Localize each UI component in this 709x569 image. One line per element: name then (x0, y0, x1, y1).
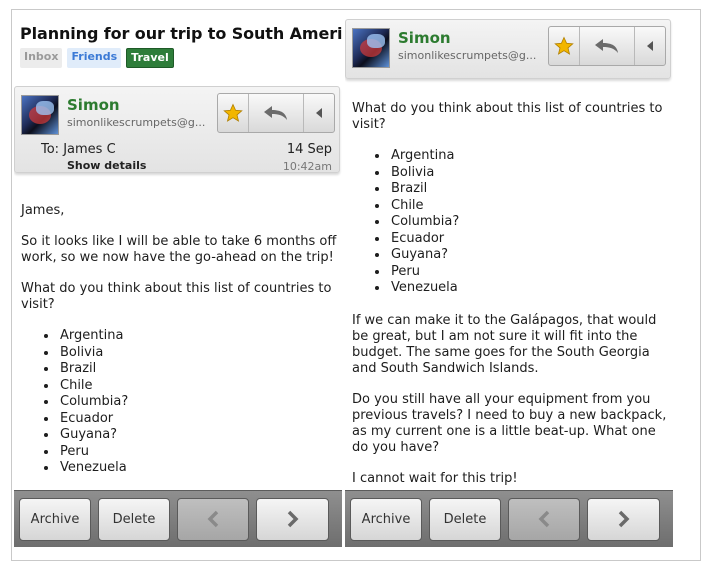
email-subject: Planning for our trip to South America (20, 24, 342, 43)
bottom-action-bar: Archive Delete (14, 490, 342, 547)
more-actions-button[interactable] (304, 94, 334, 132)
body-paragraph: Do you still have all your equipment fro… (352, 391, 667, 455)
next-message-button[interactable] (587, 497, 660, 541)
label-travel[interactable]: Travel (126, 48, 174, 68)
list-item: Peru (58, 444, 337, 461)
sender-email: simonlikescrumpets@g... (398, 49, 537, 62)
avatar[interactable] (352, 28, 390, 68)
list-item: Peru (389, 264, 668, 281)
message-actions (217, 93, 335, 133)
list-item: Ecuador (58, 411, 337, 428)
message-header: Simon simonlikescrumpets@g... (345, 19, 671, 79)
caret-left-icon (316, 108, 322, 118)
chevron-left-icon (207, 510, 219, 528)
list-item: Guyana? (389, 247, 668, 264)
archive-button[interactable]: Archive (350, 497, 422, 541)
previous-message-button[interactable] (177, 497, 249, 541)
avatar[interactable] (21, 95, 59, 135)
message-time: 10:42am (282, 160, 332, 173)
message-actions (548, 26, 666, 66)
greeting: James, (21, 203, 65, 218)
archive-button[interactable]: Archive (19, 497, 91, 541)
next-message-button[interactable] (256, 497, 329, 541)
label-list: Inbox Friends Travel (20, 48, 174, 68)
reply-button[interactable] (580, 27, 635, 65)
list-item: Chile (58, 378, 337, 395)
list-item: Argentina (58, 328, 337, 345)
reply-arrow-icon (264, 106, 287, 120)
list-item: Columbia? (58, 394, 337, 411)
body-paragraph: What do you think about this list of cou… (21, 281, 332, 312)
message-body: What do you think about this list of cou… (352, 101, 668, 502)
chevron-left-icon (538, 510, 550, 528)
closing-line: I cannot wait for this trip! (352, 470, 518, 486)
country-list: Argentina Bolivia Brazil Chile Columbia?… (58, 328, 337, 477)
bottom-action-bar: Archive Delete (345, 490, 673, 547)
body-paragraph: So it looks like I will be able to take … (21, 234, 337, 265)
sender-email: simonlikescrumpets@g... (67, 116, 206, 129)
star-button[interactable] (218, 94, 249, 132)
show-details-link[interactable]: Show details (67, 159, 146, 172)
label-friends[interactable]: Friends (67, 48, 122, 68)
email-view-top: Planning for our trip to South America I… (14, 19, 342, 547)
body-paragraph: What do you think about this list of cou… (352, 101, 663, 132)
star-icon (554, 36, 574, 55)
delete-button[interactable]: Delete (98, 497, 170, 541)
reply-arrow-icon (595, 39, 618, 53)
list-item: Brazil (58, 361, 337, 378)
message-header: Simon simonlikescrumpets@g... To: James … (14, 86, 340, 173)
email-view-scrolled: Simon simonlikescrumpets@g... What do yo… (345, 19, 673, 547)
sender-name[interactable]: Simon (67, 96, 120, 114)
star-button[interactable] (549, 27, 580, 65)
list-item: Brazil (389, 181, 668, 198)
message-body: James, So it looks like I will be able t… (21, 203, 337, 493)
star-icon (223, 103, 243, 122)
message-date: 14 Sep (286, 142, 332, 157)
label-inbox[interactable]: Inbox (20, 48, 63, 68)
country-list: Argentina Bolivia Brazil Chile Columbia?… (389, 148, 668, 297)
list-item: Bolivia (389, 165, 668, 182)
list-item: Argentina (389, 148, 668, 165)
caret-left-icon (647, 41, 653, 51)
chevron-right-icon (287, 510, 298, 528)
sender-name[interactable]: Simon (398, 29, 451, 47)
list-item: Venezuela (58, 460, 337, 477)
previous-message-button[interactable] (508, 497, 580, 541)
recipient-line: To: James C (41, 142, 116, 157)
list-item: Ecuador (389, 231, 668, 248)
more-actions-button[interactable] (635, 27, 665, 65)
delete-button[interactable]: Delete (429, 497, 501, 541)
list-item: Venezuela (389, 280, 668, 297)
list-item: Chile (389, 198, 668, 215)
body-paragraph: If we can make it to the Galápagos, that… (352, 312, 657, 376)
list-item: Columbia? (389, 214, 668, 231)
chevron-right-icon (618, 510, 629, 528)
list-item: Guyana? (58, 427, 337, 444)
reply-button[interactable] (249, 94, 304, 132)
list-item: Bolivia (58, 345, 337, 362)
